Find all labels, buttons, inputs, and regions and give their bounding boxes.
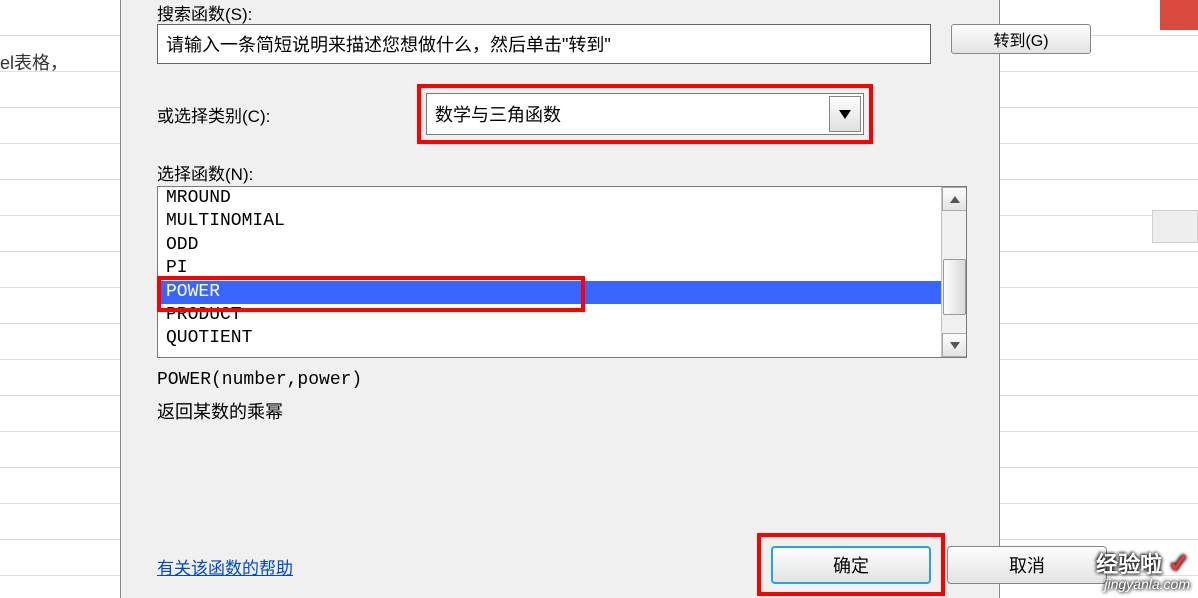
scroll-down-icon[interactable] bbox=[942, 333, 967, 357]
function-listbox[interactable]: MROUNDMULTINOMIALODDPIPOWERPRODUCTQUOTIE… bbox=[157, 186, 967, 358]
search-function-input[interactable]: 请输入一条简短说明来描述您想做什么，然后单击"转到" bbox=[157, 24, 931, 64]
ok-button[interactable]: 确定 bbox=[771, 546, 931, 584]
category-dropdown[interactable]: 数学与三角函数 bbox=[426, 93, 864, 135]
help-link[interactable]: 有关该函数的帮助 bbox=[157, 554, 293, 579]
scroll-up-icon[interactable] bbox=[942, 187, 967, 211]
watermark-url: jingyanla.com bbox=[1096, 576, 1190, 592]
background-red-accent bbox=[1160, 0, 1198, 30]
scroll-thumb[interactable] bbox=[943, 259, 966, 315]
function-item[interactable]: MULTINOMIAL bbox=[158, 210, 966, 233]
function-description: 返回某数的乘幂 bbox=[157, 398, 283, 424]
category-dropdown-value: 数学与三角函数 bbox=[435, 101, 561, 127]
function-item[interactable]: PRODUCT bbox=[158, 304, 966, 327]
search-function-label: 搜索函数(S): bbox=[157, 0, 252, 25]
category-label: 或选择类别(C): bbox=[157, 102, 270, 127]
checkmark-icon: ✓ bbox=[1168, 548, 1190, 578]
listbox-scrollbar[interactable] bbox=[941, 187, 966, 357]
function-item[interactable]: QUOTIENT bbox=[158, 327, 966, 350]
select-function-label: 选择函数(N): bbox=[157, 160, 253, 185]
function-item[interactable]: POWER bbox=[158, 281, 966, 304]
function-item[interactable]: MROUND bbox=[158, 187, 966, 210]
watermark-title: 经验啦 bbox=[1096, 552, 1162, 577]
background-gray-box bbox=[1152, 210, 1198, 243]
cancel-button[interactable]: 取消 bbox=[947, 546, 1107, 584]
background-text: el表格， bbox=[0, 49, 68, 75]
goto-button[interactable]: 转到(G) bbox=[951, 24, 1091, 54]
chevron-down-icon[interactable] bbox=[829, 96, 861, 132]
function-item[interactable]: ODD bbox=[158, 234, 966, 257]
insert-function-dialog: 搜索函数(S): 请输入一条简短说明来描述您想做什么，然后单击"转到" 转到(G… bbox=[120, 0, 1000, 598]
function-signature: POWER(number,power) bbox=[157, 370, 362, 390]
search-input-text: 请输入一条简短说明来描述您想做什么，然后单击"转到" bbox=[166, 31, 611, 57]
watermark: 经验啦 ✓ jingyanla.com bbox=[1096, 550, 1190, 592]
function-item[interactable]: PI bbox=[158, 257, 966, 280]
